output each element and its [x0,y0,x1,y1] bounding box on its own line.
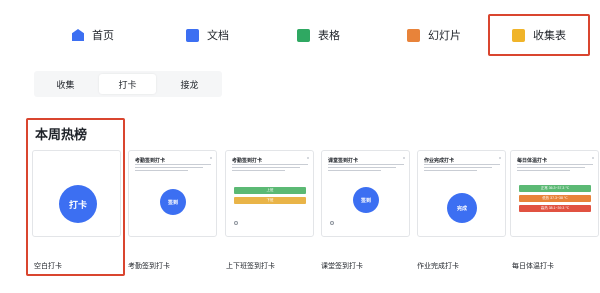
card-label-homework: 作业完成打卡 [417,263,459,270]
card-preview-desc [424,164,500,176]
more-icon [403,157,405,159]
location-pin-icon [330,221,334,225]
option-bar: 正常 36.3~37.3 ℃ [519,185,591,192]
location-row [330,221,336,225]
card-label-temperature: 每日体温打卡 [512,263,554,270]
card-label-classroom: 课堂签到打卡 [321,263,363,270]
template-tabs: 收集 打卡 接龙 [34,71,222,97]
signin-circle: 签到 [160,189,186,215]
location-pin-icon [234,221,238,225]
nav-label-sheets: 表格 [318,30,340,42]
location-row [234,221,240,225]
more-icon [307,157,309,159]
top-nav: 首页 文档 表格 幻灯片 收集表 [0,14,600,56]
card-preview-desc [135,164,211,176]
nav-item-forms[interactable]: 收集表 [488,14,590,56]
card-label-shift: 上下班签到打卡 [226,263,275,270]
more-icon [210,157,212,159]
nav-label-home: 首页 [92,30,114,42]
nav-label-forms: 收集表 [533,30,566,42]
card-label-blank: 空白打卡 [34,263,62,270]
nav-label-slides: 幻灯片 [428,30,461,42]
card-preview-title: 考勤签到打卡 [232,158,263,164]
more-icon [499,157,501,159]
sheet-icon [297,28,310,42]
card-label-attendance: 考勤签到打卡 [128,263,170,270]
tab-checkin[interactable]: 打卡 [99,74,156,94]
card-preview-desc [517,164,593,176]
tab-collect[interactable]: 收集 [37,74,94,94]
card-preview-title: 作业完成打卡 [424,158,455,164]
more-icon [592,157,594,159]
nav-item-sheets[interactable]: 表格 [297,14,340,56]
signin-circle: 签到 [353,187,379,213]
nav-item-docs[interactable]: 文档 [186,14,229,56]
card-preview-title: 课堂签到打卡 [328,158,359,164]
nav-label-docs: 文档 [207,30,229,42]
template-card-attendance[interactable]: 考勤签到打卡 签到 [128,150,217,237]
option-bar: 下班 [234,197,306,204]
doc-icon [186,28,199,42]
card-preview-desc [232,164,308,176]
card-preview-desc [328,164,404,176]
nav-item-home[interactable]: 首页 [72,14,114,56]
template-card-blank[interactable]: 打卡 [32,150,121,237]
nav-item-slides[interactable]: 幻灯片 [407,14,461,56]
option-bar: 上班 [234,187,306,194]
option-bar: 低热 37.3~38 ℃ [519,195,591,202]
option-bar: 高热 38.1~39.3 ℃ [519,205,591,212]
tab-relay[interactable]: 接龙 [161,74,218,94]
template-card-temperature[interactable]: 每日体温打卡 正常 36.3~37.3 ℃ 低热 37.3~38 ℃ 高热 38… [510,150,599,237]
home-icon [72,29,84,41]
slides-icon [407,28,420,42]
checkin-circle: 打卡 [59,185,97,223]
form-icon [512,28,525,42]
template-card-homework[interactable]: 作业完成打卡 完成 [417,150,506,237]
card-preview-title: 每日体温打卡 [517,158,548,164]
template-card-shift[interactable]: 考勤签到打卡 上班 下班 [225,150,314,237]
complete-circle: 完成 [447,193,477,223]
card-preview-title: 考勤签到打卡 [135,158,166,164]
template-card-classroom[interactable]: 课堂签到打卡 签到 [321,150,410,237]
